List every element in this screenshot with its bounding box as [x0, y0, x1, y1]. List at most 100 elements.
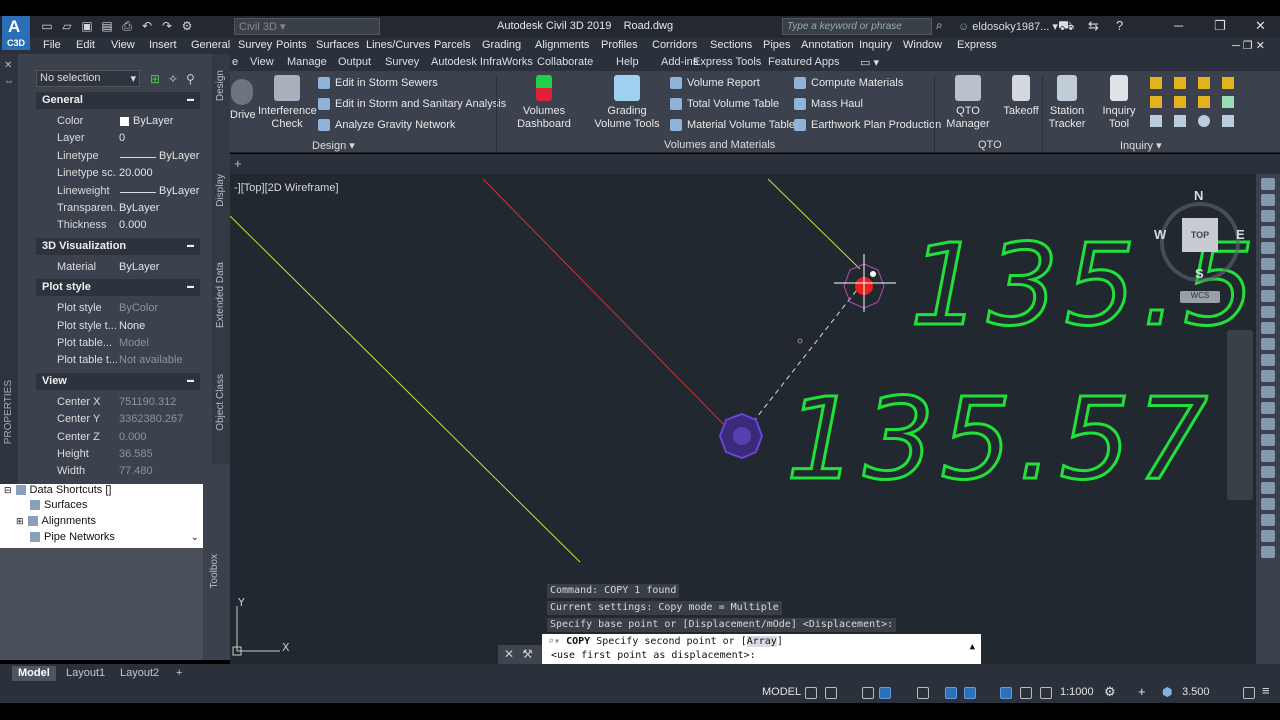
layout-tab-layout1[interactable]: Layout1: [60, 666, 111, 681]
ribbon-tab-manage[interactable]: Manage: [287, 56, 327, 68]
compute-materials-button[interactable]: Compute Materials: [794, 77, 903, 89]
new-tab-icon[interactable]: +: [234, 156, 242, 171]
viewcube[interactable]: TOP N W E S WCS: [1152, 188, 1252, 303]
tool-icon[interactable]: [1261, 274, 1275, 286]
gear-icon[interactable]: ⚙: [180, 19, 194, 34]
close-icon[interactable]: ✕: [1255, 18, 1266, 34]
inquiry-tool-button[interactable]: Inquiry Tool: [1092, 75, 1146, 131]
collapse-icon[interactable]: ▬: [187, 242, 194, 249]
search-input[interactable]: Type a keyword or phrase: [782, 18, 932, 35]
property-row[interactable]: Material ByLayer: [36, 259, 200, 276]
ribbon-tab-featured-apps[interactable]: Featured Apps: [768, 56, 840, 68]
area-icon[interactable]: [1198, 77, 1210, 89]
section-plot[interactable]: Plot style ▬: [36, 279, 200, 297]
property-row[interactable]: Linetype sc... 20.000: [36, 165, 200, 182]
tool-icon[interactable]: [1261, 370, 1275, 382]
tool-icon[interactable]: [1261, 482, 1275, 494]
ribbon-tab-view[interactable]: View: [250, 56, 274, 68]
calculator-icon[interactable]: [1222, 96, 1234, 108]
layout-tab-layout2[interactable]: Layout2: [114, 666, 165, 681]
new-icon[interactable]: ▭: [40, 19, 54, 34]
property-row[interactable]: Width 77.480: [36, 463, 200, 480]
menu-corridors[interactable]: Corridors: [652, 39, 697, 51]
tab-toolbox[interactable]: Toolbox: [209, 554, 220, 588]
viewcube-top-face[interactable]: TOP: [1182, 218, 1218, 252]
zoom-object-icon[interactable]: [1174, 115, 1186, 127]
coordinate-icon[interactable]: [1174, 96, 1186, 108]
tool-icon[interactable]: [1261, 306, 1275, 318]
interference-check-button[interactable]: Interference Check: [258, 75, 317, 131]
tool-icon[interactable]: [1261, 386, 1275, 398]
section-general[interactable]: General ▬: [36, 92, 200, 109]
snap-icon[interactable]: [825, 687, 837, 699]
menu-grading[interactable]: Grading: [482, 39, 521, 51]
tool-icon[interactable]: [1261, 178, 1275, 190]
menu-express[interactable]: Express: [957, 39, 997, 51]
ortho-icon[interactable]: [862, 687, 874, 699]
compass-west[interactable]: W: [1154, 227, 1166, 242]
property-row[interactable]: Transparen... ByLayer: [36, 200, 200, 217]
grid-icon[interactable]: [805, 687, 817, 699]
drive-button[interactable]: Drive: [230, 79, 256, 122]
collapse-icon[interactable]: ▬: [187, 377, 194, 384]
property-row[interactable]: Center Z 0.000: [36, 429, 200, 446]
close-command-icon[interactable]: ✕: [504, 647, 514, 662]
tool-icon[interactable]: [1261, 514, 1275, 526]
tool-icon[interactable]: [1261, 402, 1275, 414]
save-as-icon[interactable]: ▤: [100, 19, 114, 34]
tool-icon[interactable]: [1261, 226, 1275, 238]
annotation-scale-icon[interactable]: [1040, 687, 1052, 699]
pin-icon[interactable]: ⇔: [4, 76, 14, 87]
analyze-gravity-button[interactable]: Analyze Gravity Network: [318, 119, 455, 131]
ribbon-tab-output[interactable]: Output: [338, 56, 371, 68]
menu-file[interactable]: File: [43, 39, 61, 51]
menu-general[interactable]: General: [191, 39, 230, 51]
property-row[interactable]: Plot style ByColor: [36, 300, 200, 317]
open-icon[interactable]: ▱: [60, 19, 74, 34]
wcs-menu[interactable]: WCS: [1180, 291, 1220, 303]
tool-icon[interactable]: [1261, 210, 1275, 222]
minimize-icon[interactable]: ─: [1174, 18, 1183, 33]
total-volume-table-button[interactable]: Total Volume Table: [670, 98, 779, 110]
ribbon-tab-e[interactable]: e: [232, 56, 238, 68]
tool-icon[interactable]: [1261, 450, 1275, 462]
list-view-icon[interactable]: [1150, 115, 1162, 127]
undo-icon[interactable]: ↶: [140, 19, 154, 34]
menu-annotation[interactable]: Annotation: [801, 39, 854, 51]
property-row[interactable]: Center Y 3362380.267: [36, 411, 200, 428]
property-row[interactable]: Plot table... Model: [36, 335, 200, 352]
command-input[interactable]: ⌕▾ COPY Specify second point or [Array] …: [542, 634, 981, 664]
station-tracker-button[interactable]: Station Tracker: [1044, 75, 1090, 131]
tab-display[interactable]: Display: [215, 174, 226, 207]
menu-alignments[interactable]: Alignments: [535, 39, 589, 51]
menu-lines-curves[interactable]: Lines/Curves: [366, 39, 430, 51]
selection-dropdown[interactable]: No selection ▾: [36, 70, 140, 87]
menu-pipes[interactable]: Pipes: [763, 39, 791, 51]
menu-profiles[interactable]: Profiles: [601, 39, 638, 51]
palette-title-strip[interactable]: ✕ ⇔ PROPERTIES: [0, 54, 18, 484]
compass-north[interactable]: N: [1194, 188, 1203, 203]
distance-icon[interactable]: [1150, 77, 1162, 89]
tool-icon[interactable]: [1261, 434, 1275, 446]
property-row[interactable]: Color ByLayer: [36, 113, 200, 130]
ribbon-tab-express-tools[interactable]: Express Tools: [693, 56, 761, 68]
qto-manager-button[interactable]: QTO Manager: [936, 75, 1000, 131]
section-vis3d[interactable]: 3D Visualization ▬: [36, 237, 200, 255]
drawing-canvas[interactable]: 135.5 135.57 Y X -][Top][2D Wireframe] T…: [230, 174, 1256, 664]
tab-design[interactable]: Design: [215, 70, 226, 101]
polar-icon[interactable]: [879, 687, 891, 699]
tool-icon[interactable]: [1261, 258, 1275, 270]
menu-survey[interactable]: Survey: [238, 39, 272, 51]
menu-window[interactable]: Window: [903, 39, 942, 51]
quick-select-icon[interactable]: ⚲: [186, 72, 195, 86]
design-panel-title[interactable]: Design ▾: [312, 139, 355, 152]
annotation-scale-value[interactable]: 1:1000: [1060, 686, 1094, 698]
app-menu-button[interactable]: A C3D: [2, 16, 30, 50]
tree-item-alignments[interactable]: ⊞ Alignments: [16, 515, 96, 527]
collapse-icon[interactable]: ▬: [187, 283, 194, 290]
isodraft-icon[interactable]: [917, 687, 929, 699]
close-icon[interactable]: ✕: [4, 60, 12, 71]
customize-icon[interactable]: ≡: [1262, 683, 1270, 698]
tree-item-pipe-networks[interactable]: Pipe Networks: [30, 531, 115, 543]
elevation-text-lower[interactable]: 135.57: [785, 374, 1214, 507]
